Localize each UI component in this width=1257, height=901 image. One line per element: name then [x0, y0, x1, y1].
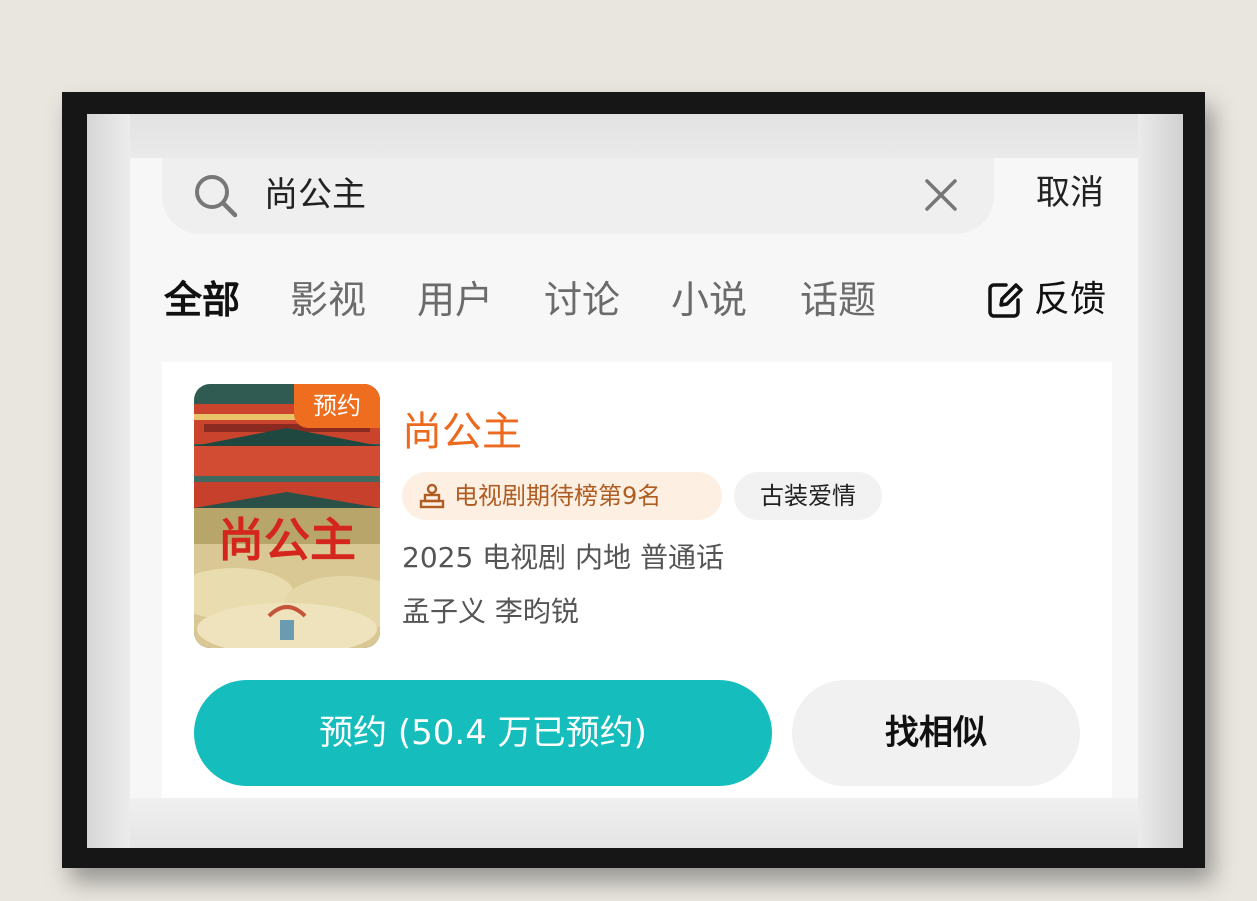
result-title[interactable]: 尚公主: [402, 406, 522, 458]
search-input[interactable]: 尚公主: [264, 172, 366, 218]
frame-mat-right: [1138, 114, 1183, 848]
reserve-badge: 预约: [294, 384, 380, 428]
close-icon[interactable]: [922, 176, 960, 214]
rank-tag-label: 电视剧期待榜第9名: [454, 482, 662, 510]
tab-topic[interactable]: 话题: [800, 274, 876, 326]
result-meta: 2025 电视剧 内地 普通话: [402, 541, 724, 574]
cancel-button[interactable]: 取消: [1036, 170, 1104, 216]
result-cast: 孟子义 李昀锐: [402, 595, 579, 628]
result-card[interactable]: 尚公主 预约 尚公主 电视剧期待榜第9名 古装爱情 2025 电视剧 内地 普通…: [162, 362, 1112, 798]
app-screen: 尚公主 取消 全部 影视 用户 讨论 小说 话题 反馈 尚公主 预约 尚公主 电…: [130, 158, 1138, 798]
tab-novel[interactable]: 小说: [671, 274, 747, 326]
feedback-label: 反馈: [1034, 279, 1107, 320]
find-similar-button[interactable]: 找相似: [792, 680, 1080, 786]
genre-tag[interactable]: 古装爱情: [734, 472, 882, 520]
tab-all[interactable]: 全部: [164, 274, 240, 326]
rank-tag[interactable]: 电视剧期待榜第9名: [402, 472, 722, 520]
search-bar[interactable]: 尚公主: [162, 158, 994, 234]
frame-mat-left: [87, 114, 130, 848]
tab-discussion[interactable]: 讨论: [544, 274, 620, 326]
reserve-button[interactable]: 预约 (50.4 万已预约): [194, 680, 772, 786]
tab-users[interactable]: 用户: [417, 274, 493, 326]
trophy-icon: [419, 483, 445, 509]
search-tabs: 全部 影视 用户 讨论 小说 话题 反馈: [164, 274, 1114, 330]
poster-image[interactable]: 尚公主 预约: [194, 384, 380, 648]
search-icon: [195, 175, 238, 218]
edit-icon: [988, 283, 1023, 318]
tab-video[interactable]: 影视: [290, 274, 366, 326]
svg-text:尚公主: 尚公主: [218, 513, 356, 567]
